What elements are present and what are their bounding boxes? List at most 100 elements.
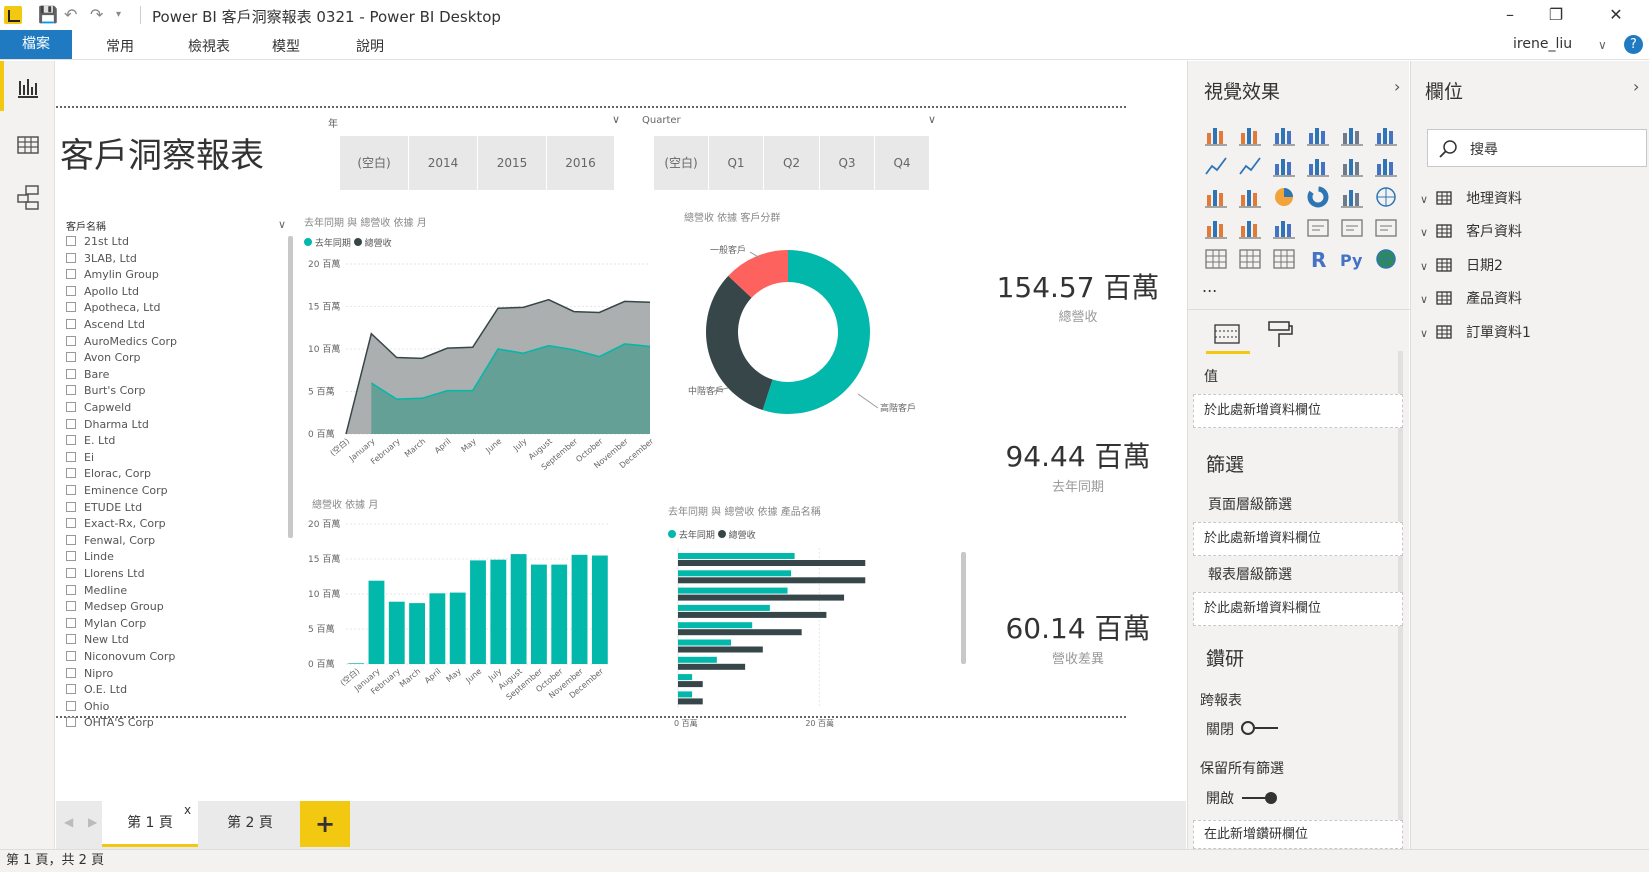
customer-slicer-item[interactable]: Medline [66,584,127,600]
customer-slicer-item[interactable]: Llorens Ltd [66,567,145,583]
customer-slicer-item[interactable]: New Ltd [66,633,129,649]
bar-revenue[interactable] [678,663,746,670]
slicer-icon[interactable] [1202,245,1230,273]
customer-slicer-item[interactable]: Ei [66,451,94,467]
python-visual-icon[interactable]: Py [1338,245,1366,273]
bar[interactable] [551,564,568,664]
report-view-icon[interactable] [14,73,42,101]
map-icon[interactable] [1372,183,1400,211]
bar-revenue[interactable] [678,681,703,688]
bar-last-year[interactable] [678,674,693,681]
help-icon[interactable]: ? [1624,35,1643,54]
menu-file[interactable]: 檔案 [0,30,72,59]
stacked-column-icon[interactable] [1236,121,1264,149]
checkbox-icon[interactable] [66,319,76,329]
customer-slicer-item[interactable]: Linde [66,550,114,566]
checkbox-icon[interactable] [66,601,76,612]
bar[interactable] [388,601,405,664]
quarter-chip-blank[interactable]: (空白) [654,136,709,190]
clustered-bar-icon[interactable] [1270,121,1298,149]
bar[interactable] [571,554,588,664]
customer-slicer-item[interactable]: Fenwal, Corp [66,534,155,550]
checkbox-icon[interactable] [66,285,76,296]
field-table-item[interactable]: ∨ 產品資料 [1420,286,1522,312]
bar-revenue[interactable] [678,698,703,705]
bar-revenue[interactable] [678,629,802,636]
checkbox-icon[interactable] [66,385,76,396]
hbar-scrollbar[interactable] [961,552,966,664]
line-chart-icon[interactable] [1202,152,1230,180]
user-name[interactable]: irene_liu [1513,36,1572,52]
customer-slicer-item[interactable]: Ascend Ltd [66,318,145,334]
pie-icon[interactable] [1270,183,1298,211]
cross-report-toggle[interactable] [1240,720,1280,736]
expand-chevron-icon[interactable]: ∨ [1420,226,1428,239]
bar[interactable] [591,555,608,665]
customer-slicer-item[interactable]: 21st Ltd [66,235,129,251]
customer-slicer-item[interactable]: Capweld [66,401,131,417]
bar-revenue[interactable] [678,577,866,584]
table-icon[interactable] [1236,245,1264,273]
checkbox-icon[interactable] [66,435,76,446]
customer-slicer-item[interactable]: Medsep Group [66,600,164,616]
checkbox-icon[interactable] [66,451,76,462]
year-chip-2014[interactable]: 2014 [409,136,478,190]
100-bar-icon[interactable] [1338,121,1366,149]
fields-well-icon[interactable] [1212,321,1242,347]
checkbox-icon[interactable] [66,634,76,645]
data-view-icon[interactable] [14,131,42,159]
100-column-icon[interactable] [1372,121,1400,149]
bar[interactable] [449,592,466,664]
customer-slicer-item[interactable]: Nipro [66,667,113,683]
customer-slicer-item[interactable]: Apotheca, Ltd [66,301,161,317]
customer-slicer-item[interactable]: E. Ltd [66,434,115,450]
expand-chevron-icon[interactable]: ∨ [1420,260,1428,273]
customer-slicer-chevron-icon[interactable]: ∨ [278,218,286,231]
year-chip-2015[interactable]: 2015 [478,136,547,190]
bar-revenue[interactable] [678,611,827,618]
checkbox-icon[interactable] [66,617,76,628]
matrix-icon[interactable] [1270,245,1298,273]
year-chip-blank[interactable]: (空白) [340,136,409,190]
r-visual-icon[interactable]: R [1304,245,1332,273]
customer-slicer-item[interactable]: Ohio [66,700,109,716]
bar[interactable] [531,564,547,664]
checkbox-icon[interactable] [66,402,76,412]
customer-slicer-item[interactable]: OHTA'S Corp [66,716,154,732]
quarter-slicer-chevron-icon[interactable]: ∨ [928,113,936,126]
checkbox-icon[interactable] [66,667,76,678]
bar[interactable] [409,603,425,664]
customer-slicer-item[interactable]: Apollo Ltd [66,285,139,301]
checkbox-icon[interactable] [66,236,76,246]
scatter-icon[interactable] [1236,183,1264,211]
bar[interactable] [470,560,486,664]
menu-view[interactable]: 檢視表 [188,36,230,56]
donut-icon[interactable] [1304,183,1332,211]
customer-slicer-item[interactable]: Amylin Group [66,268,159,284]
customer-slicer-item[interactable]: Dharma Ltd [66,418,149,434]
drill-drop-zone[interactable]: 在此新增鑽研欄位 [1193,820,1403,849]
checkbox-icon[interactable] [66,335,76,346]
checkbox-icon[interactable] [66,568,76,578]
menu-home[interactable]: 常用 [106,36,134,56]
checkbox-icon[interactable] [66,468,76,479]
checkbox-icon[interactable] [66,252,76,263]
checkbox-icon[interactable] [66,534,76,545]
customer-slicer-item[interactable]: ETUDE Ltd [66,501,142,517]
menu-help[interactable]: 說明 [356,36,384,56]
bar-last-year[interactable] [678,622,753,629]
quick-access-dropdown-icon[interactable]: ▾ [116,6,121,24]
checkbox-icon[interactable] [66,700,76,711]
customer-slicer-item[interactable]: 3LAB, Ltd [66,252,137,268]
customer-slicer-item[interactable]: O.E. Ltd [66,683,127,699]
tab-scroll-left-icon[interactable]: ◀ [64,815,73,829]
tab-scroll-right-icon[interactable]: ▶ [88,815,97,829]
values-drop-zone[interactable]: 於此處新增資料欄位 [1193,394,1403,428]
bar-last-year[interactable] [678,639,731,646]
field-table-item[interactable]: ∨ 客戶資料 [1420,219,1522,245]
checkbox-icon[interactable] [66,684,76,695]
model-view-icon[interactable] [14,183,42,211]
bar-last-year[interactable] [678,587,788,594]
line-column-icon[interactable] [1304,152,1332,180]
customer-slicer-item[interactable]: Avon Corp [66,351,141,367]
